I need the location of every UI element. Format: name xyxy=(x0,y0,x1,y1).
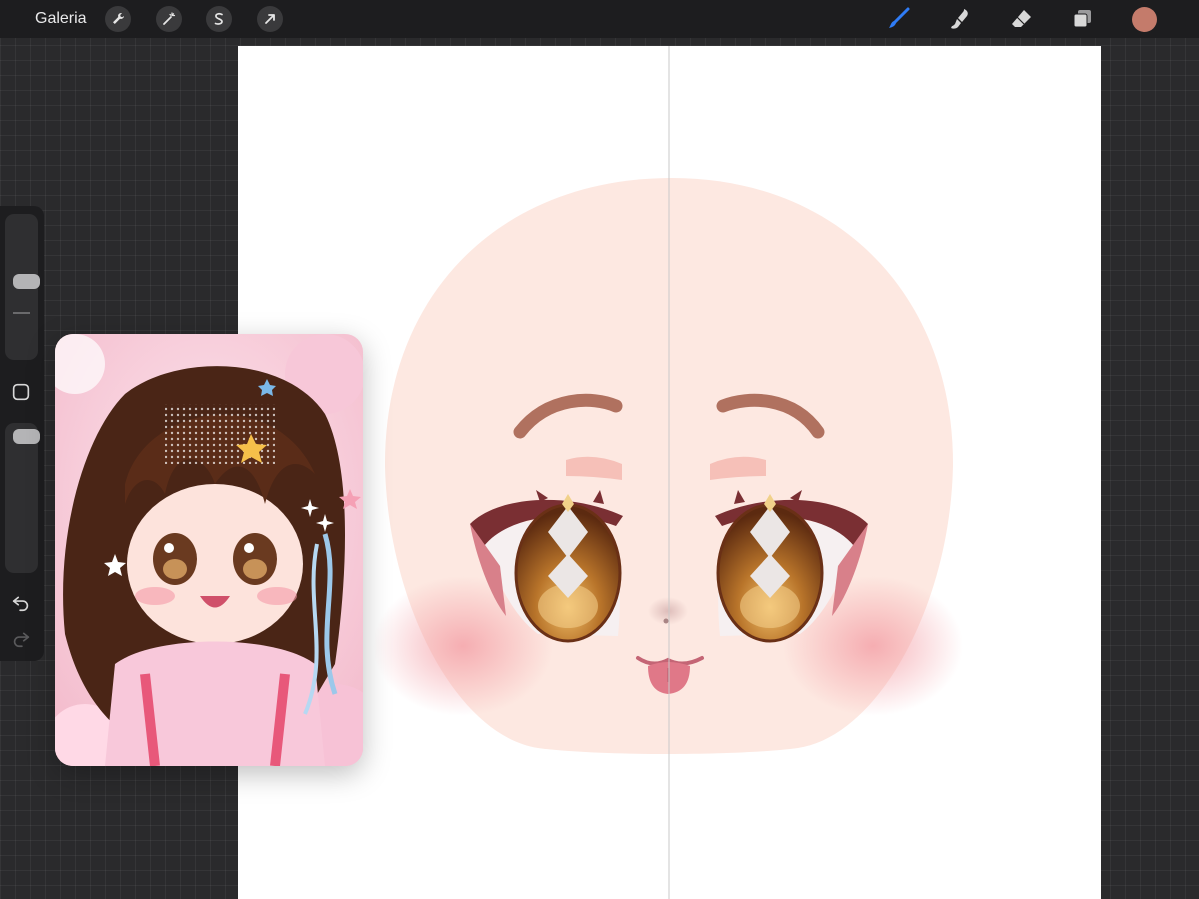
reference-artwork xyxy=(55,334,363,766)
nose xyxy=(663,618,669,624)
brush-size-slider[interactable] xyxy=(5,214,40,360)
eraser-icon[interactable] xyxy=(1008,6,1034,32)
layers-icon[interactable] xyxy=(1069,6,1095,32)
magic-wand-icon[interactable] xyxy=(156,6,182,32)
undo-icon[interactable] xyxy=(9,590,33,614)
left-sidebar xyxy=(0,206,44,661)
color-picker-swatch[interactable] xyxy=(1132,7,1157,32)
drawing-canvas[interactable] xyxy=(238,46,1101,899)
modify-square-icon[interactable] xyxy=(9,380,33,404)
reference-image-window[interactable] xyxy=(55,334,363,766)
transform-arrow-icon[interactable] xyxy=(257,6,283,32)
wrench-icon[interactable] xyxy=(105,6,131,32)
opacity-thumb[interactable] xyxy=(13,429,40,444)
redo-icon[interactable] xyxy=(9,626,33,650)
gallery-button[interactable]: Galeria xyxy=(35,10,87,28)
smudge-icon[interactable] xyxy=(947,6,973,32)
brush-size-thumb[interactable] xyxy=(13,273,40,289)
opacity-slider[interactable] xyxy=(5,423,40,573)
face-artwork xyxy=(373,46,963,899)
brush-icon[interactable] xyxy=(886,6,912,32)
slider-tick xyxy=(13,312,30,314)
top-toolbar: Galeria xyxy=(0,0,1199,38)
selection-icon[interactable] xyxy=(206,6,232,32)
